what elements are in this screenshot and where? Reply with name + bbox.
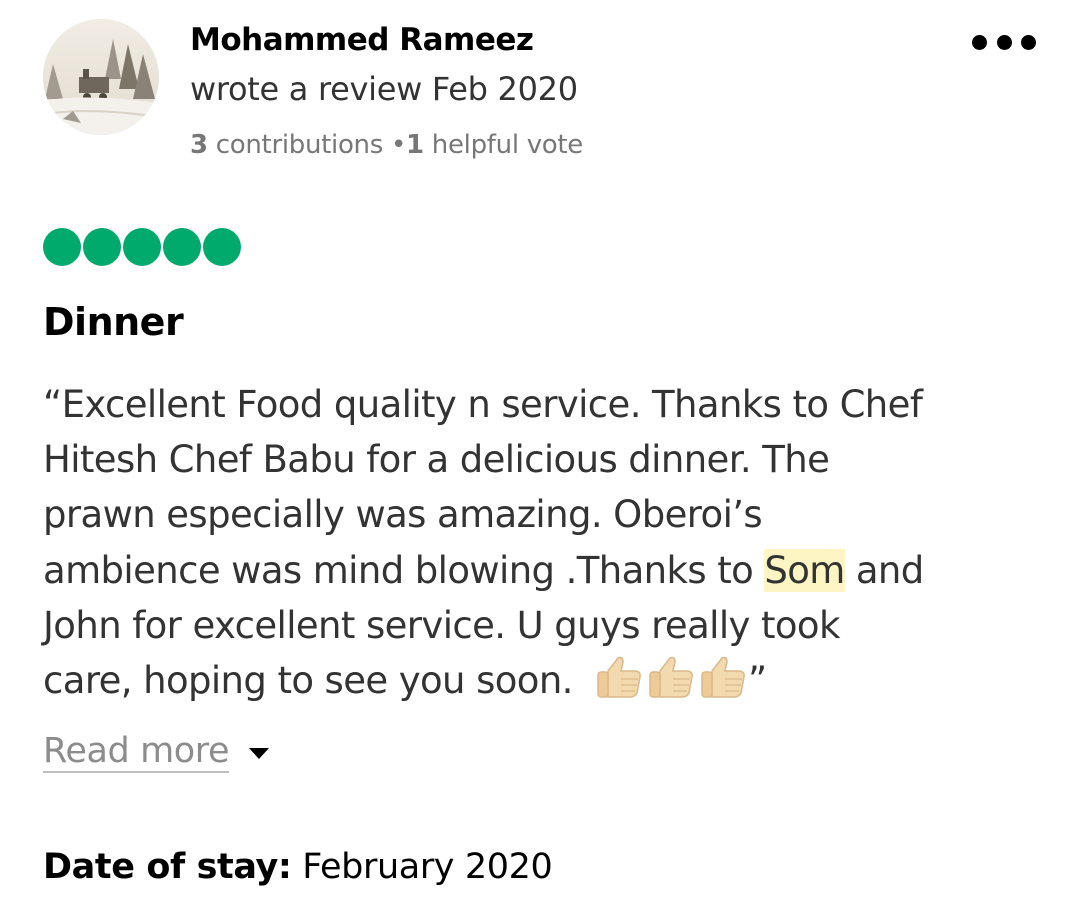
review-line: “Excellent Food quality n service. Thank… <box>43 383 923 426</box>
date-of-stay-value: February 2020 <box>302 847 553 887</box>
rating-bubbles <box>43 228 241 266</box>
review-line: Hitesh Chef Babu for a delicious dinner.… <box>43 438 830 482</box>
review-body: “Excellent Food quality n service. Thank… <box>43 377 1043 708</box>
end-quote: ” <box>748 658 767 702</box>
review-title[interactable]: Dinner <box>43 300 184 344</box>
thumbs-up-icon <box>701 656 745 698</box>
review-line-text: and <box>844 548 924 592</box>
rating-bubble-icon <box>203 228 241 266</box>
avatar-image <box>43 19 159 135</box>
emoji-row <box>594 655 748 699</box>
thumbs-up-icon <box>597 656 641 698</box>
rating-bubble-icon <box>43 228 81 266</box>
read-more-label[interactable]: Read more <box>43 731 230 773</box>
avatar[interactable] <box>43 19 159 135</box>
rating-bubble-icon <box>83 228 121 266</box>
stats-separator: • <box>390 130 407 160</box>
review-action: wrote a review <box>190 70 423 108</box>
more-horizontal-icon-dot <box>996 34 1012 50</box>
review-line: John for excellent service. U guys reall… <box>43 603 840 647</box>
rating-bubble-icon <box>123 228 161 266</box>
helpful-count: 1 <box>406 130 424 160</box>
review-meta: wrote a review Feb 2020 <box>190 70 578 108</box>
contribution-stats: 3 contributions •1 helpful vote <box>190 130 583 160</box>
review-line: care, hoping to see you soon. ” <box>43 653 1043 708</box>
read-more-button[interactable]: Read more <box>43 731 270 773</box>
helpful-label: helpful vote <box>431 130 584 160</box>
review-card: Mohammed Rameez wrote a review Feb 2020 … <box>0 0 1079 910</box>
more-options-button[interactable] <box>972 28 1036 56</box>
contributions-label: contributions <box>215 130 384 160</box>
more-horizontal-icon <box>972 34 987 50</box>
review-line: ambience was mind blowing .Thanks to Som… <box>43 543 1043 598</box>
review-line-text: care, hoping to see you soon. <box>43 658 584 702</box>
more-horizontal-icon-dot <box>1021 34 1036 50</box>
contributions-count: 3 <box>190 130 208 160</box>
author-name[interactable]: Mohammed Rameez <box>190 22 534 58</box>
caret-down-icon[interactable] <box>249 747 270 759</box>
date-of-stay: Date of stay: February 2020 <box>43 847 553 887</box>
review-line: prawn especially was amazing. Oberoi’s <box>43 493 763 537</box>
review-date: Feb 2020 <box>431 70 578 108</box>
rating-bubble-icon <box>163 228 201 266</box>
highlighted-keyword: Som <box>764 548 845 592</box>
review-line-text: ambience was mind blowing .Thanks to <box>43 548 765 592</box>
date-of-stay-label: Date of stay: <box>43 847 292 887</box>
thumbs-up-icon <box>649 656 693 698</box>
